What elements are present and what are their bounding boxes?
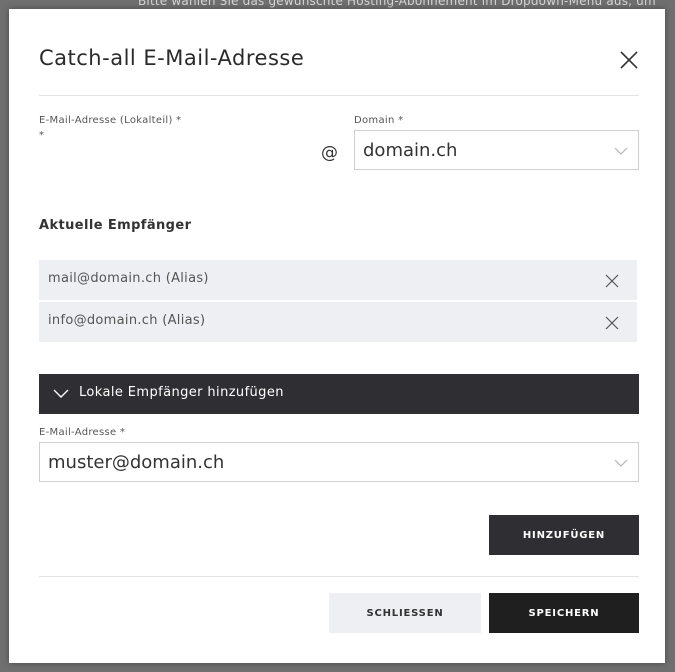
email-address-select[interactable]: muster@domain.ch <box>39 442 639 482</box>
dialog-title: Catch-all E-Mail-Adresse <box>39 46 305 70</box>
chevron-down-icon <box>614 459 628 467</box>
recipient-label: mail@domain.ch (Alias) <box>48 271 209 286</box>
email-address-label: E-Mail-Adresse * <box>39 427 126 438</box>
catch-all-dialog: Catch-all E-Mail-Adresse E-Mail-Adresse … <box>9 9 665 663</box>
remove-recipient-icon[interactable] <box>605 274 619 288</box>
at-sign: @ <box>321 143 338 163</box>
domain-select-value: domain.ch <box>363 140 458 161</box>
local-part-field[interactable]: * <box>39 130 44 141</box>
chevron-down-icon <box>614 147 628 155</box>
add-button[interactable]: HINZUFÜGEN <box>489 515 639 555</box>
local-part-label: E-Mail-Adresse (Lokalteil) * <box>39 115 182 126</box>
background-text: Bitte wählen Sie das gewünschte Hosting-… <box>138 0 656 8</box>
recipients-title: Aktuelle Empfänger <box>39 218 192 233</box>
recipient-item: info@domain.ch (Alias) <box>39 302 637 342</box>
recipient-item: mail@domain.ch (Alias) <box>39 260 637 300</box>
add-local-recipients-accordion[interactable]: Lokale Empfänger hinzufügen <box>39 374 639 414</box>
footer-divider <box>39 576 639 577</box>
save-button[interactable]: SPEICHERN <box>489 593 639 633</box>
domain-label: Domain * <box>354 115 404 126</box>
close-button[interactable]: SCHLIESSEN <box>329 593 481 633</box>
remove-recipient-icon[interactable] <box>605 316 619 330</box>
close-icon[interactable] <box>619 50 639 70</box>
email-address-value: muster@domain.ch <box>48 452 225 473</box>
chevron-down-icon <box>53 389 69 398</box>
recipient-label: info@domain.ch (Alias) <box>48 313 206 328</box>
header-divider <box>39 95 639 96</box>
accordion-label: Lokale Empfänger hinzufügen <box>79 385 284 400</box>
domain-select[interactable]: domain.ch <box>354 130 639 170</box>
